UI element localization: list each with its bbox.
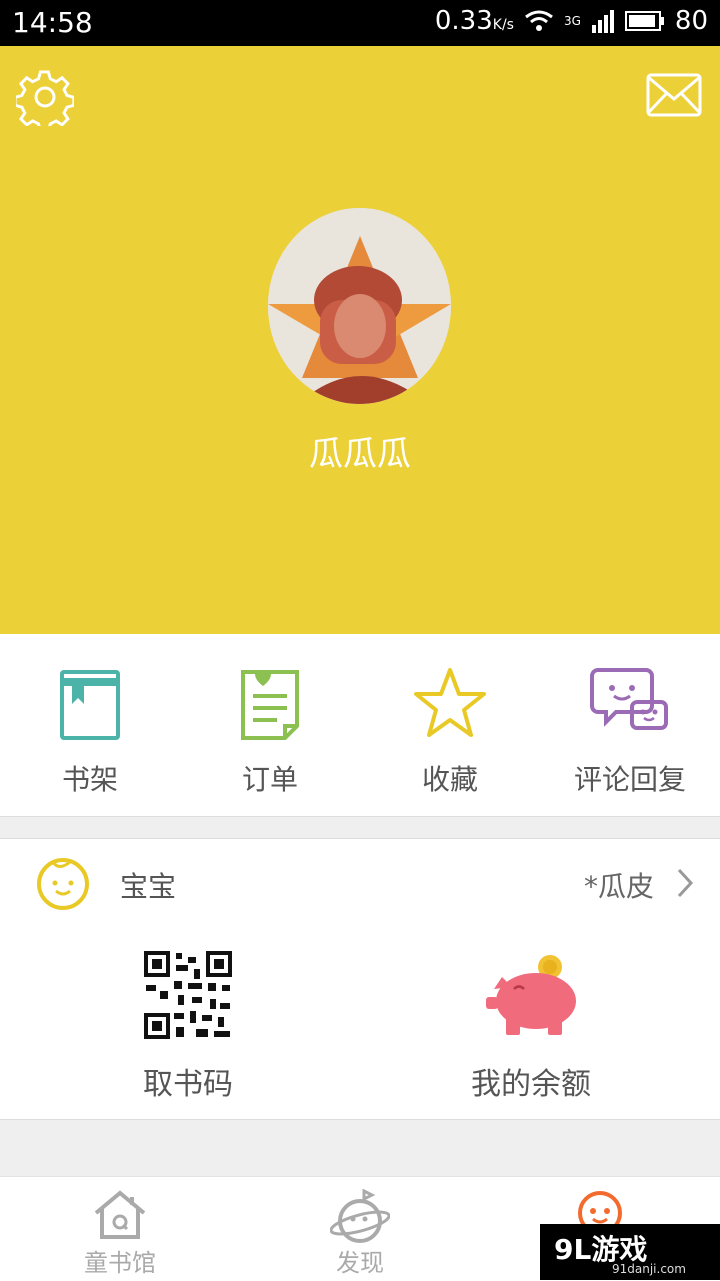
comment-icon [590, 668, 668, 730]
tab-discover-label: 发现 [336, 1249, 384, 1277]
baby-name-value: *瓜皮 [583, 870, 654, 903]
order-icon [241, 670, 299, 740]
status-time: 14:58 [12, 6, 93, 39]
tab-children-library[interactable]: 童书馆 [0, 1177, 240, 1281]
chevron-right-icon [677, 868, 694, 898]
battery-icon [624, 11, 664, 31]
qr-code-icon [144, 951, 232, 1039]
quick-actions: 书架 订单 收藏 评论回复 [0, 634, 720, 817]
status-right: 0.33K/s 3G 80 [435, 6, 708, 36]
watermark: 9L游戏 91danji.com [540, 1224, 720, 1280]
status-bar: 14:58 0.33K/s 3G 80 [0, 0, 720, 46]
gear-icon[interactable] [16, 68, 74, 126]
mail-icon[interactable] [646, 72, 702, 118]
favorites-button[interactable]: 收藏 [360, 634, 540, 816]
tab-discover[interactable]: 发现 [240, 1177, 480, 1281]
pickup-code-label: 取书码 [143, 1067, 233, 1102]
comment-reply-label: 评论回复 [573, 763, 686, 796]
baby-row[interactable]: 宝宝 *瓜皮 [0, 838, 720, 928]
piggy-bank-icon [486, 955, 576, 1035]
baby-face-icon [37, 858, 89, 910]
battery-level: 80 [674, 6, 708, 36]
network-speed: 0.33K/s [434, 6, 514, 36]
wifi-icon [525, 10, 553, 31]
comment-reply-button[interactable]: 评论回复 [540, 634, 720, 816]
username[interactable]: 瓜瓜瓜 [0, 426, 720, 475]
tab-children-library-label: 童书馆 [84, 1249, 156, 1277]
avatar-image [268, 208, 451, 404]
bookshelf-icon [60, 670, 120, 740]
avatar[interactable] [268, 208, 451, 404]
baby-label: 宝宝 [120, 870, 177, 903]
star-icon [414, 668, 486, 737]
planet-icon [330, 1189, 390, 1243]
watermark-site: 91danji.com [612, 1262, 686, 1276]
order-button[interactable]: 订单 [180, 634, 360, 816]
my-balance-label: 我的余额 [471, 1067, 591, 1102]
network-type: 3G [563, 14, 581, 28]
bookshelf-button[interactable]: 书架 [0, 634, 180, 816]
pickup-code-button[interactable]: 取书码 [88, 927, 288, 1119]
home-icon [94, 1190, 146, 1239]
tools-panel: 取书码 我的余额 [0, 927, 720, 1120]
favorites-label: 收藏 [421, 763, 478, 796]
my-balance-button[interactable]: 我的余额 [440, 927, 622, 1119]
profile-header: 瓜瓜瓜 [0, 46, 720, 634]
bookshelf-label: 书架 [61, 763, 118, 796]
signal-icon [591, 10, 614, 33]
order-label: 订单 [241, 763, 298, 796]
